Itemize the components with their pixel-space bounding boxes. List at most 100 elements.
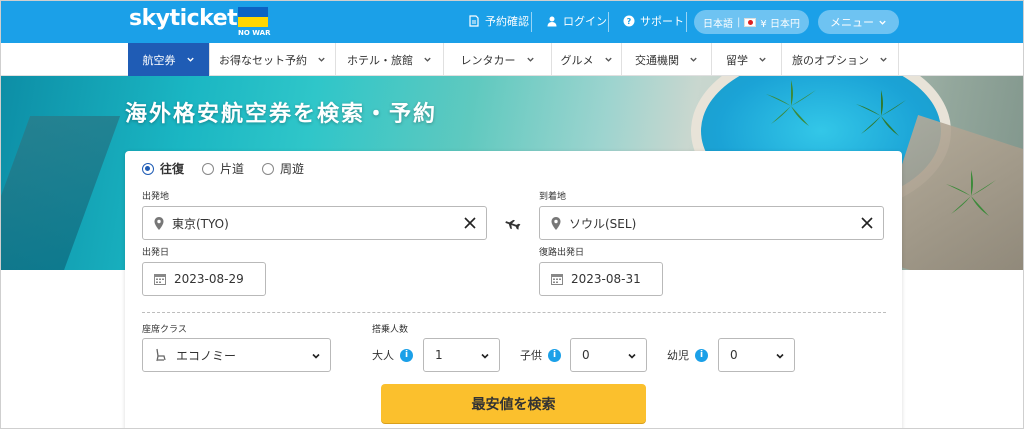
origin-label: 出発地 bbox=[142, 192, 170, 202]
ukraine-flag-icon bbox=[238, 7, 268, 27]
section-divider bbox=[142, 312, 886, 313]
trip-type-multicity[interactable]: 周遊 bbox=[262, 160, 304, 177]
seat-icon bbox=[156, 348, 166, 362]
hero-title: 海外格安航空券を検索・予約 bbox=[125, 102, 438, 127]
return-date-input[interactable]: 2023-08-31 bbox=[539, 262, 663, 296]
passengers-label: 搭乗人数 bbox=[372, 325, 409, 335]
child-count-value: 0 bbox=[582, 348, 590, 362]
chevron-down-icon bbox=[424, 57, 431, 62]
chevron-down-icon bbox=[526, 57, 534, 62]
support-link[interactable]: ? サポート bbox=[623, 13, 684, 29]
destination-value: ソウル(SEL) bbox=[569, 216, 637, 231]
help-icon: ? bbox=[623, 15, 635, 27]
origin-value: 東京(TYO) bbox=[172, 216, 229, 231]
menu-button[interactable]: メニュー bbox=[818, 10, 899, 34]
nav-item-study-abroad[interactable]: 留学 bbox=[712, 43, 782, 76]
nav-item-label: 交通機関 bbox=[635, 53, 679, 67]
clear-origin-icon[interactable] bbox=[463, 216, 477, 230]
nav-item-transport[interactable]: 交通機関 bbox=[622, 43, 712, 76]
nav-item-travel-options[interactable]: 旅のオプション bbox=[782, 43, 899, 76]
depart-date-value: 2023-08-29 bbox=[174, 272, 244, 286]
hero-image-deck bbox=[1, 116, 121, 270]
location-pin-icon bbox=[551, 216, 561, 230]
cabin-class-label: 座席クラス bbox=[142, 325, 187, 335]
cabin-class-select[interactable]: エコノミー bbox=[142, 338, 331, 372]
nav-item-label: グルメ bbox=[560, 53, 594, 67]
radio-icon bbox=[262, 162, 275, 175]
chevron-down-icon bbox=[690, 57, 697, 62]
radio-selected-icon bbox=[142, 162, 154, 175]
infant-label: 幼児 i bbox=[667, 347, 708, 363]
infant-count-select[interactable]: 0 bbox=[718, 338, 795, 372]
trip-type-roundtrip[interactable]: 往復 bbox=[142, 160, 184, 177]
chevron-down-icon bbox=[759, 57, 766, 62]
nav-item-label: 留学 bbox=[726, 53, 748, 67]
trip-type-label: 往復 bbox=[160, 162, 185, 176]
cabin-class-value: エコノミー bbox=[176, 348, 237, 363]
reservation-check-link[interactable]: 予約確認 bbox=[468, 13, 529, 29]
adult-label: 大人 i bbox=[372, 347, 413, 363]
nav-item-label: ホテル・旅館 bbox=[347, 53, 413, 67]
palm-tree-icon bbox=[946, 170, 996, 216]
logo[interactable]: skyticket bbox=[129, 6, 238, 31]
child-count-select[interactable]: 0 bbox=[570, 338, 647, 372]
info-icon[interactable]: i bbox=[548, 348, 561, 362]
trip-type-label: 周遊 bbox=[280, 162, 305, 176]
login-label: ログイン bbox=[563, 15, 607, 28]
destination-label: 到着地 bbox=[539, 192, 567, 202]
header-divider bbox=[608, 12, 609, 32]
palm-tree-icon bbox=[856, 90, 906, 136]
nav-item-hotels[interactable]: ホテル・旅館 bbox=[336, 43, 444, 76]
destination-input[interactable]: ソウル(SEL) bbox=[539, 206, 884, 240]
chevron-down-icon bbox=[628, 353, 636, 359]
login-link[interactable]: ログイン bbox=[546, 13, 607, 29]
chevron-down-icon bbox=[318, 57, 325, 62]
nav-item-label: 旅のオプション bbox=[792, 53, 869, 67]
nav-item-flights[interactable]: 航空券 bbox=[128, 43, 210, 76]
nav-item-label: お得なセット予約 bbox=[219, 53, 307, 67]
svg-text:?: ? bbox=[627, 17, 632, 26]
header-divider bbox=[686, 12, 687, 32]
chevron-down-icon bbox=[880, 57, 887, 62]
nav-item-gourmet[interactable]: グルメ bbox=[552, 43, 622, 76]
clear-destination-icon[interactable] bbox=[860, 216, 874, 230]
page: skyticket NO WAR 予約確認 ログイン ? サポート 日本語 | … bbox=[0, 0, 1024, 429]
chevron-down-icon bbox=[186, 57, 194, 62]
chevron-down-icon bbox=[776, 353, 784, 359]
flight-search-form: 往復 片道 周遊 出発地 東京(TYO) 到着地 ソウル(SEL) 出発日 20… bbox=[125, 151, 902, 428]
support-label: サポート bbox=[640, 15, 684, 28]
return-date-value: 2023-08-31 bbox=[571, 272, 641, 286]
infant-label-text: 幼児 bbox=[667, 349, 689, 362]
adult-label-text: 大人 bbox=[372, 349, 394, 362]
document-icon bbox=[469, 15, 479, 27]
location-pin-icon bbox=[154, 216, 164, 230]
header-divider bbox=[531, 12, 532, 32]
info-icon[interactable]: i bbox=[400, 348, 413, 362]
top-header: skyticket NO WAR 予約確認 ログイン ? サポート 日本語 | … bbox=[1, 1, 1023, 43]
depart-date-label: 出発日 bbox=[142, 248, 170, 258]
search-flights-button[interactable]: 最安値を検索 bbox=[381, 384, 646, 423]
reservation-check-label: 予約確認 bbox=[485, 15, 529, 28]
chevron-down-icon bbox=[481, 353, 489, 359]
currency-label: ¥ 日本円 bbox=[760, 18, 800, 30]
chevron-down-icon bbox=[604, 57, 612, 62]
return-date-label: 復路出発日 bbox=[539, 248, 585, 258]
infant-count-value: 0 bbox=[730, 348, 738, 362]
trip-type-oneway[interactable]: 片道 bbox=[202, 160, 244, 177]
no-war-label: NO WAR bbox=[238, 29, 271, 37]
calendar-icon bbox=[154, 274, 166, 285]
language-currency-selector[interactable]: 日本語 | ¥ 日本円 bbox=[694, 10, 809, 34]
depart-date-input[interactable]: 2023-08-29 bbox=[142, 262, 266, 296]
nav-item-label: 航空券 bbox=[142, 53, 176, 67]
nav-item-rental-car[interactable]: レンタカー bbox=[444, 43, 552, 76]
language-label: 日本語 bbox=[703, 18, 734, 30]
adult-count-select[interactable]: 1 bbox=[423, 338, 500, 372]
origin-input[interactable]: 東京(TYO) bbox=[142, 206, 487, 240]
adult-count-value: 1 bbox=[435, 348, 443, 362]
child-label: 子供 i bbox=[520, 347, 561, 363]
swap-airplane-icon[interactable] bbox=[503, 215, 525, 237]
info-icon[interactable]: i bbox=[695, 348, 708, 362]
nav-item-set-deals[interactable]: お得なセット予約 bbox=[210, 43, 336, 76]
trip-type-label: 片道 bbox=[220, 162, 245, 176]
chevron-down-icon bbox=[312, 353, 320, 359]
